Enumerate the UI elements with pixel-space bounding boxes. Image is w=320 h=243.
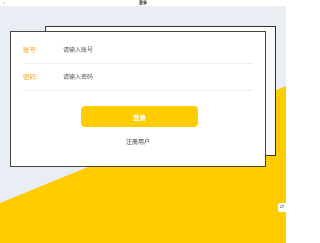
page-title: 登录 — [139, 0, 147, 5]
divider — [23, 63, 253, 64]
login-card: 账号: 密码: 登录 注册用户 — [10, 31, 266, 167]
account-input[interactable] — [63, 43, 253, 57]
side-tool-icon[interactable]: ⇄ — [278, 203, 286, 212]
account-label: 账号: — [23, 46, 39, 54]
login-button[interactable]: 登录 — [81, 106, 198, 127]
password-input[interactable] — [63, 70, 253, 84]
password-label: 密码: — [23, 73, 39, 81]
account-row: 账号: — [11, 40, 265, 64]
register-link[interactable]: 注册用户 — [11, 137, 265, 146]
status-bar: ‹ 登录 — [0, 0, 286, 6]
password-row: 密码: — [11, 67, 265, 91]
divider — [23, 90, 253, 91]
